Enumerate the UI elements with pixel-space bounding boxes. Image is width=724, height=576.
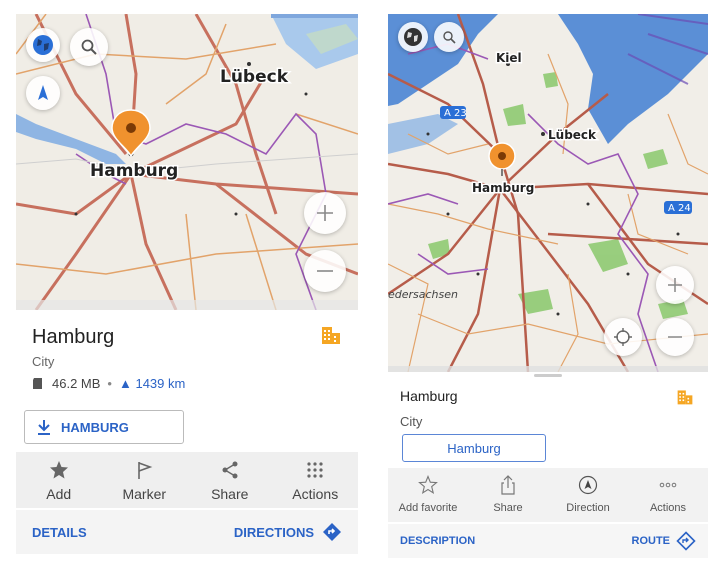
svg-text:A 23: A 23 [444,108,467,119]
share-box-icon [501,475,515,495]
city-buildings-icon [322,327,340,344]
right-toolbar: Add favorite Share Direction Actions [388,468,708,522]
map-label-hamburg: Hamburg [90,161,178,181]
place-sheet: Hamburg City 46.2 MB • ▲ 1439 km HAMBURG… [16,310,358,558]
description-link[interactable]: DESCRIPTION [400,535,475,547]
marker-label: Marker [122,486,167,502]
map-label-hamburg: Hamburg [472,181,534,195]
flag-icon [138,462,153,479]
distance: ▲ 1439 km [118,376,186,391]
download-icon [38,420,50,435]
zoom-out-icon [317,270,333,272]
more-dots-icon [659,482,677,488]
zoom-out-button[interactable] [656,318,694,356]
zoom-in-button[interactable] [656,266,694,304]
share-button[interactable]: Share [187,452,273,508]
search-button[interactable] [70,28,108,66]
place-title: Hamburg [32,326,115,348]
globe-button[interactable] [26,28,60,62]
navigate-icon [578,475,598,495]
zoom-in-icon [317,205,333,221]
a24-shield: A 24 [664,201,692,214]
zoom-out-button[interactable] [304,250,346,292]
zoom-in-button[interactable] [304,192,346,234]
actions-label: Actions [292,486,339,502]
share-icon [222,461,238,479]
marker-button[interactable]: Marker [102,452,188,508]
a23-shield: A 23 [440,106,467,119]
direction-label: Direction [566,502,610,514]
direction-button[interactable]: Direction [548,468,628,522]
sd-card-icon [33,378,42,389]
zoom-in-icon [668,278,682,292]
search-icon [443,31,456,44]
star-icon [49,461,68,479]
right-bottom-bar: DESCRIPTION ROUTE [388,524,708,558]
left-screen: Lübeck Hamburg Hamburg City 46.2 MB • ▲ … [16,14,358,558]
right-screen: A 23 A 24 Kiel Lübeck Hamburg edersachse… [388,14,708,558]
directions-button[interactable]: DIRECTIONS [234,522,342,542]
zoom-out-icon [668,336,682,338]
globe-icon [404,28,422,46]
actions-button[interactable]: Actions [273,452,359,508]
globe-button[interactable] [398,22,428,52]
compass-button[interactable] [26,76,60,110]
left-toolbar: Add Marker Share Actions [16,452,358,508]
right-map[interactable]: A 23 A 24 Kiel Lübeck Hamburg edersachse… [388,14,708,372]
add-favorite-label: Add favorite [398,502,458,514]
compass-icon [38,85,48,100]
search-button[interactable] [434,22,464,52]
actions-label: Actions [649,502,687,514]
route-icon [676,531,696,551]
directions-icon [323,523,341,541]
actions-button[interactable]: Actions [628,468,708,522]
star-outline-icon [418,475,438,494]
place-sheet: Hamburg City Hamburg Add favorite Share … [388,372,708,558]
left-bottom-bar: DETAILS DIRECTIONS [16,510,358,554]
directions-label: DIRECTIONS [233,524,314,540]
map-label-lubeck: Lübeck [548,128,597,142]
share-label: Share [493,502,523,514]
map-label-kiel: Kiel [496,51,522,65]
add-favorite-button[interactable]: Add favorite [388,468,468,522]
sheet-handle[interactable] [534,374,562,377]
city-buildings-icon [677,390,693,405]
place-title: Hamburg [400,388,458,404]
grid-dots-icon [307,462,323,478]
map-label-lubeck: Lübeck [220,67,289,87]
share-button[interactable]: Share [468,468,548,522]
globe-icon [33,35,53,55]
map-label-niedersachsen: edersachsen [388,288,458,301]
separator: • [107,376,112,391]
city-button[interactable]: Hamburg [402,434,546,462]
details-link[interactable]: DETAILS [32,525,87,540]
svg-text:A 24: A 24 [668,203,691,214]
file-size: 46.2 MB [52,376,101,391]
download-button[interactable]: HAMBURG [24,410,184,444]
add-label: Add [46,486,72,502]
download-label: HAMBURG [61,419,129,435]
share-label: Share [211,486,249,502]
place-type: City [400,414,423,429]
size-distance-row: 46.2 MB • ▲ 1439 km [32,376,185,391]
crosshair-icon [614,328,632,346]
add-button[interactable]: Add [16,452,102,508]
place-type: City [32,354,55,369]
my-location-button[interactable] [604,318,642,356]
route-button[interactable]: ROUTE [632,531,697,551]
search-icon [81,39,97,55]
route-label: ROUTE [631,535,671,547]
